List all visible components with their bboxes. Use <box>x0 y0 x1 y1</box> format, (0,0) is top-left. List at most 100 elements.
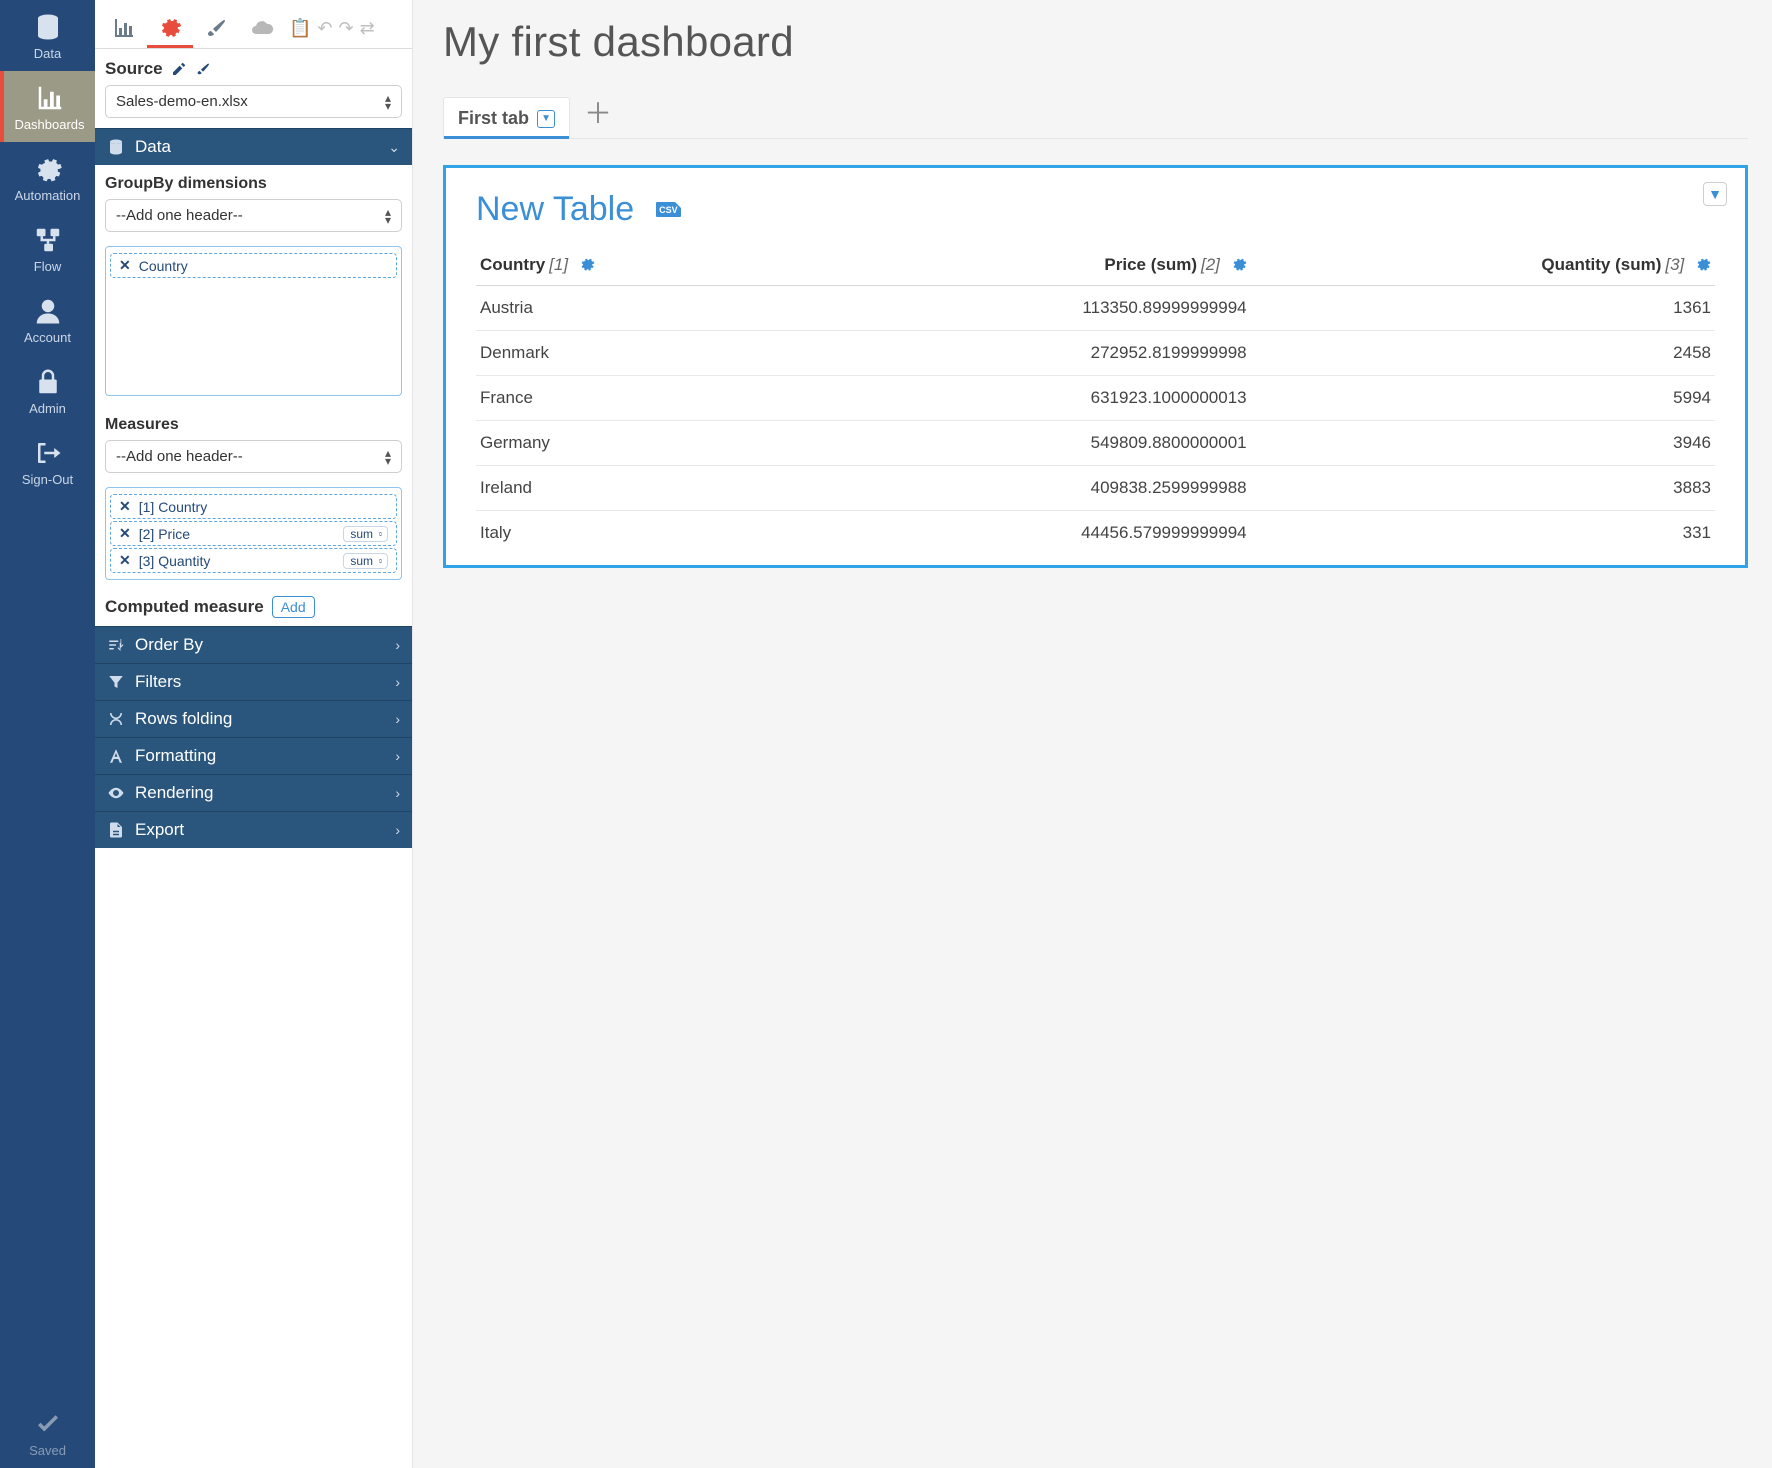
acc-order by[interactable]: Order By › <box>95 626 412 663</box>
updown-icon: ▴▾ <box>385 208 391 224</box>
chip-label: [2] Price <box>139 526 190 542</box>
nav-account[interactable]: Account <box>0 284 95 355</box>
acc-rendering[interactable]: Rendering › <box>95 774 412 811</box>
source-label: Source <box>105 59 163 79</box>
acc-export[interactable]: Export › <box>95 811 412 848</box>
tool-extra: 📋 ↶ ↷ ⇄ <box>289 18 375 39</box>
col-gear-icon[interactable] <box>1231 255 1247 275</box>
nav-account-label: Account <box>24 330 71 345</box>
table-card: ▼ New Table CSV Country[1] Price (sum)[2… <box>443 165 1748 568</box>
nav-signout[interactable]: Sign-Out <box>0 426 95 497</box>
nav-data[interactable]: Data <box>0 0 95 71</box>
col-header[interactable]: Price (sum)[2] <box>797 247 1251 286</box>
measure-chip[interactable]: ✕ [1] Country <box>110 494 397 519</box>
cell-price: 409838.2599999988 <box>797 466 1251 511</box>
add-tab-button[interactable]: ＋ <box>584 92 612 138</box>
tool-cloud[interactable] <box>239 8 285 48</box>
col-header[interactable]: Country[1] <box>476 247 797 286</box>
tab-dropdown-icon[interactable]: ▼ <box>537 110 555 128</box>
source-select[interactable]: Sales-demo-en.xlsx ▴▾ <box>105 85 402 118</box>
chevron-down-icon: ⌄ <box>388 139 400 156</box>
tool-settings[interactable] <box>147 8 193 48</box>
measure-chip[interactable]: ✕ [2] Price sum <box>110 521 397 546</box>
col-gear-icon[interactable] <box>579 255 595 275</box>
groupby-header-select[interactable]: --Add one header-- ▴▾ <box>105 199 402 232</box>
redo-icon[interactable]: ↷ <box>339 18 354 39</box>
groupby-header-placeholder: --Add one header-- <box>116 207 243 224</box>
remove-chip-icon[interactable]: ✕ <box>119 257 131 274</box>
section-icon <box>107 636 125 654</box>
nav-dashboards-label: Dashboards <box>14 117 84 132</box>
chevron-right-icon: › <box>395 822 400 838</box>
acc-filters[interactable]: Filters › <box>95 663 412 700</box>
tabs-bar: First tab ▼ ＋ <box>443 92 1748 139</box>
section-icon <box>107 784 125 802</box>
acc-formatting[interactable]: Formatting › <box>95 737 412 774</box>
add-computed-button[interactable]: Add <box>272 596 315 618</box>
table-row: Denmark 272952.8199999998 2458 <box>476 331 1715 376</box>
nav-flow[interactable]: Flow <box>0 213 95 284</box>
section-label: Order By <box>135 635 203 655</box>
table-row: Ireland 409838.2599999988 3883 <box>476 466 1715 511</box>
table-row: France 631923.1000000013 5994 <box>476 376 1715 421</box>
measures-chip-area[interactable]: ✕ [1] Country ✕ [2] Price sum ✕ [3] Quan… <box>105 487 402 580</box>
computed-row: Computed measure Add <box>95 590 412 626</box>
source-label-row: Source <box>95 49 412 85</box>
bar-chart-icon <box>112 16 136 40</box>
page-title: My first dashboard <box>443 18 1748 66</box>
source-value: Sales-demo-en.xlsx <box>116 93 248 110</box>
check-icon <box>31 1409 65 1439</box>
acc-rows folding[interactable]: Rows folding › <box>95 700 412 737</box>
cloud-icon <box>250 16 274 40</box>
aggregate-select[interactable]: sum <box>343 553 388 569</box>
nav-automation[interactable]: Automation <box>0 142 95 213</box>
table-row: Italy 44456.579999999994 331 <box>476 511 1715 556</box>
nav-admin[interactable]: Admin <box>0 355 95 426</box>
bar-chart-icon <box>33 83 67 113</box>
chevron-right-icon: › <box>395 711 400 727</box>
cell-quantity: 331 <box>1251 511 1715 556</box>
table-row: Germany 549809.8800000001 3946 <box>476 421 1715 466</box>
brush-icon <box>204 16 228 40</box>
updown-icon: ▴▾ <box>385 94 391 110</box>
cell-country: Ireland <box>476 466 797 511</box>
undo-icon[interactable]: ↶ <box>317 18 332 39</box>
remove-chip-icon[interactable]: ✕ <box>119 552 131 569</box>
acc-data[interactable]: Data ⌄ <box>95 128 412 165</box>
tab-label: First tab <box>458 108 529 129</box>
nav-dashboards[interactable]: Dashboards <box>0 71 95 142</box>
measures-header-select[interactable]: --Add one header-- ▴▾ <box>105 440 402 473</box>
edit-icon[interactable] <box>171 61 187 77</box>
tool-chart[interactable] <box>101 8 147 48</box>
updown-icon: ▴▾ <box>385 449 391 465</box>
database-icon <box>107 138 125 156</box>
tab-first[interactable]: First tab ▼ <box>443 97 570 139</box>
remove-chip-icon[interactable]: ✕ <box>119 525 131 542</box>
brush-small-icon[interactable] <box>195 61 211 77</box>
card-menu-button[interactable]: ▼ <box>1703 182 1727 206</box>
swap-icon[interactable]: ⇄ <box>360 18 375 39</box>
section-label: Export <box>135 820 184 840</box>
measure-chip[interactable]: ✕ [3] Quantity sum <box>110 548 397 573</box>
cell-quantity: 1361 <box>1251 286 1715 331</box>
table-row: Austria 113350.89999999994 1361 <box>476 286 1715 331</box>
groupby-label: GroupBy dimensions <box>95 165 412 199</box>
remove-chip-icon[interactable]: ✕ <box>119 498 131 515</box>
chip-label: [3] Quantity <box>139 553 211 569</box>
left-nav: Data Dashboards Automation Flow Account … <box>0 0 95 1468</box>
csv-export-button[interactable]: CSV <box>656 202 681 217</box>
tool-brush[interactable] <box>193 8 239 48</box>
section-icon <box>107 821 125 839</box>
col-header[interactable]: Quantity (sum)[3] <box>1251 247 1715 286</box>
clipboard-icon[interactable]: 📋 <box>289 18 311 39</box>
flow-icon <box>31 225 65 255</box>
cell-price: 549809.8800000001 <box>797 421 1251 466</box>
aggregate-select[interactable]: sum <box>343 526 388 542</box>
section-icon <box>107 747 125 765</box>
groupby-chip[interactable]: ✕ Country <box>110 253 397 278</box>
cell-price: 113350.89999999994 <box>797 286 1251 331</box>
cell-quantity: 2458 <box>1251 331 1715 376</box>
cell-quantity: 5994 <box>1251 376 1715 421</box>
groupby-chip-area[interactable]: ✕ Country <box>105 246 402 396</box>
col-gear-icon[interactable] <box>1695 255 1711 275</box>
